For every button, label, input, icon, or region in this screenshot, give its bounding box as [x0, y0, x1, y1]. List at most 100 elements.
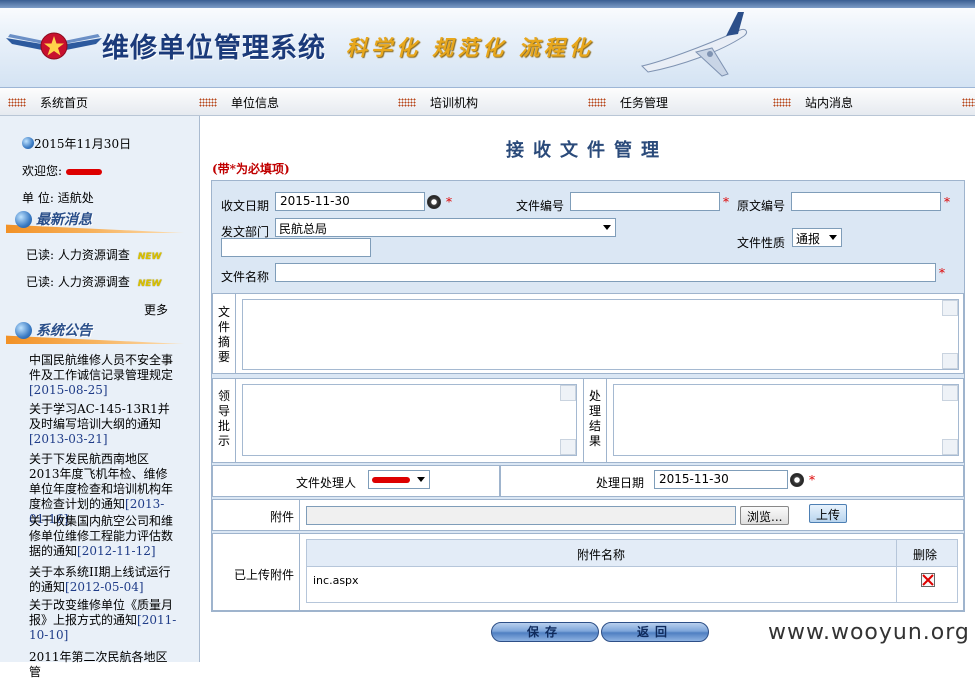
required-star: * [944, 195, 950, 209]
news-item[interactable]: 已读: 人力资源调查 NEW [26, 246, 161, 263]
attachment-name[interactable]: inc.aspx [313, 574, 359, 587]
nav-dots-icon [8, 97, 26, 107]
unit-line: 单 位: 适航处 [22, 189, 94, 206]
attachment-file-input[interactable] [306, 506, 736, 525]
column-header: 附件名称 [577, 548, 626, 562]
doc-name-input[interactable] [275, 263, 936, 282]
doc-nature-select[interactable]: 通报 [792, 228, 842, 247]
orig-no-label: 原文编号 [737, 199, 786, 213]
welcome-label: 欢迎您: [22, 164, 63, 178]
notice-item[interactable]: 关于本系统II期上线试运行的通知[2012-05-04] [29, 565, 179, 595]
nav-item-label: 培训机构 [430, 95, 479, 110]
dept-other-input[interactable] [221, 238, 371, 257]
page-title: 接收文件管理 [506, 140, 668, 161]
notice-date: [2015-08-25] [29, 383, 108, 397]
table-row: inc.aspx [307, 567, 897, 602]
globe-icon [22, 137, 34, 149]
caac-logo-icon [6, 32, 102, 60]
receive-file-form: 收文日期 2015-11-30 * 文件编号 * 原文编号 * 发文部门 民航总… [211, 180, 965, 612]
result-label: 处理结果 [588, 389, 601, 448]
doc-no-input[interactable] [570, 192, 720, 211]
system-notice-header: 系统公告 [6, 322, 184, 346]
nav-item-label: 系统首页 [40, 95, 89, 110]
nav-dots-icon [962, 97, 975, 107]
orig-no-input[interactable] [791, 192, 941, 211]
nav-item-label: 任务管理 [620, 95, 669, 110]
column-header: 删除 [913, 548, 938, 562]
notice-title: 关于学习AC-145-13R1并及时编写培训大纲的通知 [29, 402, 170, 431]
summary-textarea[interactable] [242, 299, 959, 370]
new-badge: NEW [137, 252, 162, 262]
notice-title: 中国民航维修人员不安全事件及工作诚信记录管理规定 [29, 353, 174, 382]
notice-item[interactable]: 关于改变维修单位《质量月报》上报方式的通知[2011-10-10] [29, 598, 179, 643]
main-nav: 系统首页 单位信息 培训机构 任务管理 站内消息 [0, 88, 975, 116]
nav-dots-icon [773, 97, 791, 107]
app-slogan: 科学化 规范化 流程化 [346, 36, 594, 60]
browse-button[interactable]: 浏览... [740, 506, 790, 525]
nav-item-unit-info[interactable]: 单位信息 [199, 94, 279, 110]
required-star: * [446, 195, 452, 209]
dept-selected-value: 民航总局 [279, 222, 328, 236]
scroll-up-arrow[interactable] [942, 300, 958, 316]
unit-value: 适航处 [57, 191, 94, 205]
attachment-label: 附件 [270, 510, 295, 524]
dept-select[interactable]: 民航总局 [275, 218, 616, 237]
doc-name-label: 文件名称 [221, 270, 270, 284]
doc-nature-label: 文件性质 [737, 236, 786, 250]
notice-item[interactable]: 中国民航维修人员不安全事件及工作诚信记录管理规定[2015-08-25] [29, 353, 179, 398]
more-link[interactable]: 更多 [144, 301, 168, 318]
delete-icon[interactable] [921, 573, 935, 587]
calendar-icon[interactable] [790, 473, 804, 487]
nav-dots-icon [588, 97, 606, 107]
nav-item-more[interactable] [962, 94, 975, 110]
handle-date-label: 处理日期 [596, 476, 645, 490]
notice-title: 2011年第二次民航各地区管 [29, 650, 168, 679]
save-button[interactable]: 保存 [491, 622, 599, 642]
notice-item[interactable]: 关于收集国内航空公司和维修单位维修工程能力评估数据的通知[2012-11-12] [29, 514, 179, 559]
required-star: * [939, 266, 945, 280]
receive-date-label: 收文日期 [221, 199, 270, 213]
back-button[interactable]: 返回 [601, 622, 709, 642]
scroll-down-arrow[interactable] [560, 439, 576, 455]
unit-label: 单 位: [22, 191, 54, 205]
news-text: 已读: 人力资源调查 [26, 275, 130, 289]
date-text: 2015年11月30日 [34, 137, 132, 151]
nav-item-tasks[interactable]: 任务管理 [588, 94, 668, 110]
upload-button[interactable]: 上传 [809, 504, 848, 523]
scroll-up-arrow[interactable] [942, 385, 958, 401]
chevron-down-icon [417, 477, 425, 482]
watermark: www.wooyun.org [768, 620, 970, 645]
scroll-up-arrow[interactable] [560, 385, 576, 401]
leader-textarea[interactable] [242, 384, 577, 456]
header-bar [6, 224, 184, 233]
nav-item-label: 站内消息 [805, 95, 854, 110]
airplane-icon [641, 12, 748, 77]
sidebar-date: 2015年11月30日 [22, 135, 131, 152]
receive-date-input[interactable]: 2015-11-30 [275, 192, 425, 211]
required-star: * [809, 473, 815, 487]
scroll-down-arrow[interactable] [942, 439, 958, 455]
calendar-icon[interactable] [427, 195, 441, 209]
redacted-username [65, 168, 102, 175]
scroll-down-arrow[interactable] [942, 353, 958, 369]
news-text: 已读: 人力资源调查 [26, 248, 130, 262]
doc-no-label: 文件编号 [516, 199, 565, 213]
nav-item-messages[interactable]: 站内消息 [773, 94, 853, 110]
handler-select[interactable] [368, 470, 430, 489]
handle-date-input[interactable]: 2015-11-30 [654, 470, 788, 489]
news-item[interactable]: 已读: 人力资源调查 NEW [26, 273, 161, 290]
chevron-down-icon [829, 235, 837, 240]
notice-item[interactable]: 关于学习AC-145-13R1并及时编写培训大纲的通知[2013-03-21] [29, 402, 179, 447]
nav-item-home[interactable]: 系统首页 [8, 94, 88, 110]
notice-date: [2013-03-21] [29, 432, 108, 446]
handler-label: 文件处理人 [296, 476, 357, 490]
result-textarea[interactable] [613, 384, 959, 456]
nav-dots-icon [199, 97, 217, 107]
nav-item-training[interactable]: 培训机构 [398, 94, 478, 110]
summary-label: 文件摘要 [217, 305, 230, 364]
globe-icon [15, 211, 32, 228]
notice-item[interactable]: 2011年第二次民航各地区管 [29, 650, 179, 680]
welcome-line: 欢迎您: [22, 162, 102, 179]
attachment-table: 附件名称 删除 inc.aspx [306, 539, 958, 603]
system-notice-title: 系统公告 [36, 323, 92, 339]
